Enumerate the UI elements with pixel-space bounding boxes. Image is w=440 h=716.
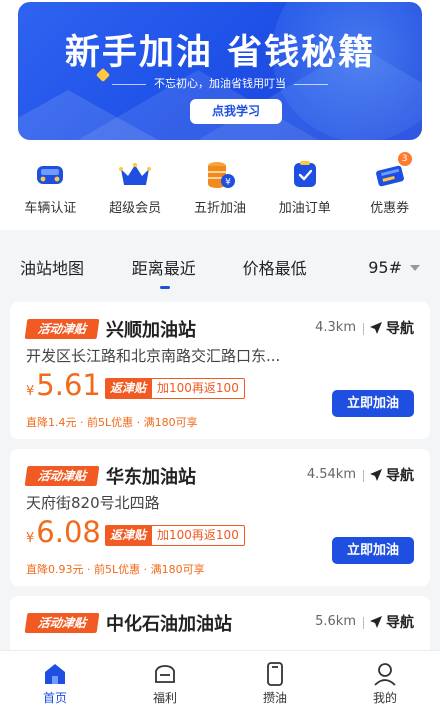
rebate-text: 加100再返100 (151, 378, 245, 399)
quick-label: 五折加油 (193, 201, 246, 216)
promo-text: 直降0.93元 · 前5L优惠 · 满180可享 (26, 563, 205, 576)
phone-icon (262, 661, 288, 687)
tab-welfare[interactable]: 福利 (110, 651, 220, 716)
learn-button[interactable]: 点我学习 (190, 99, 282, 124)
refuel-now-button[interactable]: 立即加油 (332, 390, 414, 417)
quick-nav: 车辆认证 超级会员 ¥ 五折加油 加油订单 3 优惠券 (0, 140, 440, 230)
rebate-text: 加100再返100 (151, 525, 245, 546)
home-icon (42, 661, 68, 687)
order-icon (288, 160, 322, 190)
navigation-arrow-icon (370, 469, 382, 481)
divider (363, 617, 364, 629)
tab-label: 攒油 (262, 691, 287, 705)
divider (363, 323, 364, 335)
station-name: 华东加油站 (106, 467, 196, 488)
quick-label: 超级会员 (109, 201, 162, 216)
svg-text:¥: ¥ (225, 178, 231, 188)
quick-item-coupons[interactable]: 3 优惠券 (350, 152, 430, 230)
fuel-type-dropdown[interactable]: 95# (368, 258, 420, 277)
navigate-button[interactable]: 导航 (369, 612, 414, 632)
navigate-button[interactable]: 导航 (369, 318, 414, 338)
quick-label: 车辆认证 (24, 201, 77, 216)
banner-section: 新手加油 省钱秘籍 不忘初心，加油省钱用叮当 点我学习 (0, 0, 440, 140)
quick-item-orders[interactable]: 加油订单 (265, 160, 345, 230)
navigate-label: 导航 (386, 615, 414, 631)
navigate-button[interactable]: 导航 (369, 465, 414, 485)
gift-car-icon (152, 661, 178, 687)
currency-symbol: ¥ (26, 384, 35, 399)
station-distance: 4.3km (315, 320, 356, 335)
navigate-label: 导航 (386, 468, 414, 484)
activity-tag: 活动津贴 (24, 613, 100, 633)
filter-cheapest[interactable]: 价格最低 (243, 255, 369, 279)
navigation-arrow-icon (370, 616, 382, 628)
filter-station-map[interactable]: 油站地图 (20, 255, 132, 279)
car-icon (33, 160, 67, 190)
promo-banner[interactable]: 新手加油 省钱秘籍 不忘初心，加油省钱用叮当 点我学习 (18, 2, 422, 140)
coupon-icon (373, 160, 407, 190)
tab-label: 首页 (42, 691, 67, 705)
station-name: 兴顺加油站 (106, 320, 196, 341)
crown-icon (118, 160, 152, 190)
quick-label: 加油订单 (278, 201, 331, 216)
filter-bar: 油站地图 距离最近 价格最低 95# (0, 236, 440, 298)
bottom-tab-bar: 首页 福利 攒油 我的 (0, 650, 440, 716)
station-address: 天府街820号北四路 (26, 494, 160, 512)
navigation-arrow-icon (370, 322, 382, 334)
rebate-badge: 返津贴 加100再返100 (105, 525, 245, 546)
tab-label: 福利 (152, 691, 177, 705)
price-value: 6.08 (36, 515, 101, 549)
refuel-now-button[interactable]: 立即加油 (332, 537, 414, 564)
divider (363, 470, 364, 482)
rebate-badge: 返津贴 加100再返100 (105, 378, 245, 399)
quick-item-vehicle-auth[interactable]: 车辆认证 (10, 160, 90, 230)
station-address: 开发区长江路和北京南路交汇路口东... (26, 347, 281, 365)
activity-tag: 活动津贴 (24, 319, 100, 339)
rebate-label: 返津贴 (105, 525, 152, 546)
station-card[interactable]: 活动津贴 兴顺加油站 4.3km 导航 开发区长江路和北京南路交汇路口东... … (10, 302, 430, 439)
coin-stack-icon: ¥ (203, 160, 237, 190)
rebate-label: 返津贴 (105, 378, 152, 399)
station-card[interactable]: 活动津贴 华东加油站 4.54km 导航 天府街820号北四路 ¥6.08 返津… (10, 449, 430, 586)
fuel-price: ¥5.61 (26, 368, 101, 402)
quick-label: 优惠券 (370, 201, 410, 216)
tab-save-fuel[interactable]: 攒油 (220, 651, 330, 716)
quick-item-super-member[interactable]: 超级会员 (95, 160, 175, 230)
activity-tag: 活动津贴 (24, 466, 100, 486)
station-distance: 5.6km (315, 614, 356, 629)
banner-title: 新手加油 省钱秘籍 (64, 33, 376, 73)
station-name: 中化石油加油站 (106, 614, 232, 635)
fuel-price: ¥6.08 (26, 515, 101, 549)
tab-label: 我的 (372, 691, 397, 705)
fuel-type-value: 95# (368, 257, 402, 277)
station-distance: 4.54km (306, 467, 356, 482)
user-icon (372, 661, 398, 687)
price-value: 5.61 (36, 368, 101, 402)
navigate-label: 导航 (386, 321, 414, 337)
tab-home[interactable]: 首页 (0, 651, 110, 716)
filter-nearest[interactable]: 距离最近 (132, 255, 243, 289)
currency-symbol: ¥ (26, 531, 35, 546)
tab-mine[interactable]: 我的 (330, 651, 440, 716)
chevron-down-icon (410, 264, 420, 271)
banner-subtitle: 不忘初心，加油省钱用叮当 (18, 75, 422, 91)
quick-item-half-price[interactable]: ¥ 五折加油 (180, 160, 260, 230)
promo-text: 直降1.4元 · 前5L优惠 · 满180可享 (26, 416, 198, 429)
